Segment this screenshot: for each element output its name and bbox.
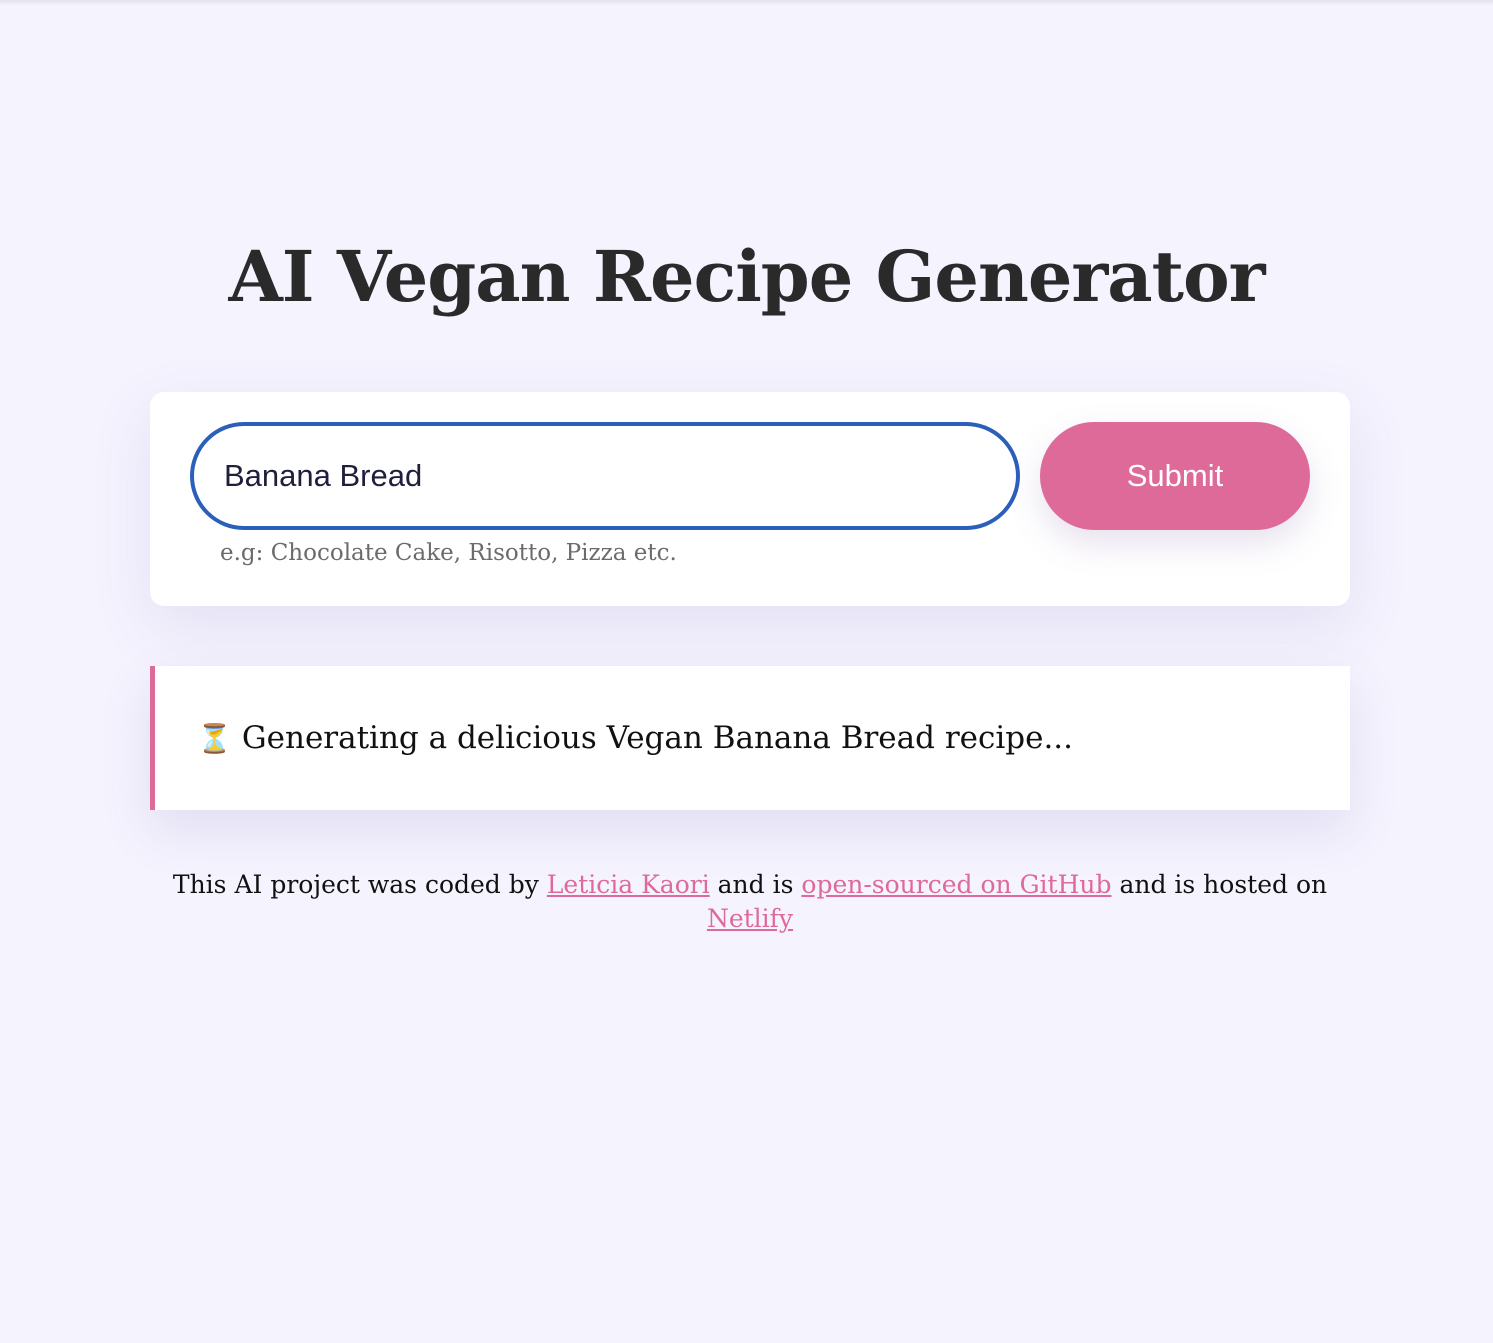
footer-text-2: and is bbox=[709, 870, 802, 899]
author-link[interactable]: Leticia Kaori bbox=[547, 870, 710, 899]
footer-text-3: and is hosted on bbox=[1111, 870, 1328, 899]
netlify-link[interactable]: Netlify bbox=[707, 904, 793, 933]
footer-text-1: This AI project was coded by bbox=[172, 870, 547, 899]
top-shadow bbox=[0, 0, 1493, 6]
status-message: Generating a delicious Vegan Banana Brea… bbox=[241, 720, 1074, 756]
input-hint: e.g: Chocolate Cake, Risotto, Pizza etc. bbox=[220, 540, 677, 566]
recipe-input[interactable] bbox=[190, 422, 1020, 530]
page-title: AI Vegan Recipe Generator bbox=[228, 235, 1265, 318]
footer: This AI project was coded by Leticia Kao… bbox=[150, 868, 1350, 936]
github-link[interactable]: open-sourced on GitHub bbox=[801, 870, 1111, 899]
hourglass-icon: ⏳ bbox=[197, 721, 232, 755]
status-message-box: ⏳ Generating a delicious Vegan Banana Br… bbox=[150, 666, 1350, 810]
recipe-form: e.g: Chocolate Cake, Risotto, Pizza etc.… bbox=[150, 392, 1350, 606]
submit-button[interactable]: Submit bbox=[1040, 422, 1310, 530]
